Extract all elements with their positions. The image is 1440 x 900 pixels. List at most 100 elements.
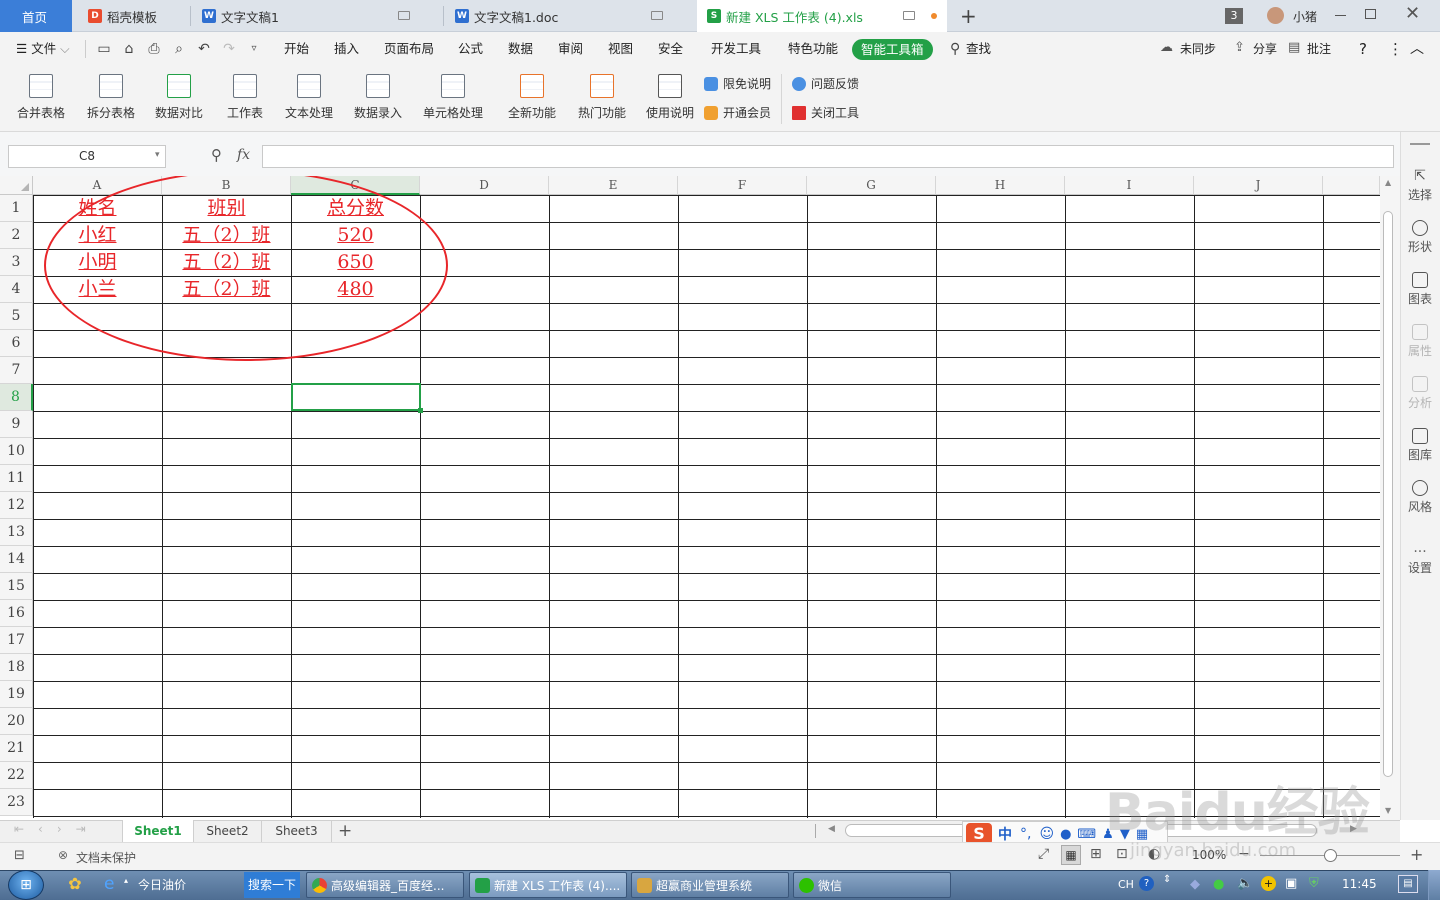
taskbar-task-wechat[interactable]: 微信	[793, 872, 951, 898]
input-lang[interactable]: CH	[1118, 878, 1134, 891]
taskbar-task-business[interactable]: 超赢商业管理系统	[631, 872, 789, 898]
more-icon[interactable]: ⋮	[1388, 32, 1403, 66]
chevron-up-icon[interactable]: ▴	[124, 876, 128, 885]
row-header-7[interactable]: 7	[0, 357, 33, 384]
column-header-d[interactable]: D	[420, 176, 549, 195]
sheet-tab[interactable]: Sheet3	[262, 820, 332, 842]
keyboard-icon[interactable]: ⌨	[1077, 827, 1096, 842]
format-painter-icon[interactable]: ⌂	[121, 41, 137, 57]
panel-chart[interactable]: 图表	[1400, 272, 1440, 307]
pin-icon[interactable]	[651, 11, 663, 20]
protect-status[interactable]: 文档未保护	[76, 849, 136, 866]
comment-button[interactable]: 批注	[1307, 32, 1331, 66]
save-icon[interactable]: ▭	[96, 41, 112, 57]
mic-icon[interactable]: ●	[1060, 827, 1071, 842]
name-box[interactable]: C8	[8, 145, 166, 168]
notification-icon[interactable]: ▤	[1398, 875, 1418, 893]
menu-features[interactable]: 特色功能	[788, 32, 838, 66]
row-header-20[interactable]: 20	[0, 708, 33, 735]
row-header-3[interactable]: 3	[0, 249, 33, 276]
tab-doc2[interactable]: W 文字文稿1.doc	[445, 0, 695, 32]
row-header-16[interactable]: 16	[0, 600, 33, 627]
select-all-corner[interactable]	[0, 176, 33, 195]
row-header-18[interactable]: 18	[0, 654, 33, 681]
worksheet-button[interactable]: 工作表	[218, 70, 272, 126]
scroll-up-icon[interactable]: ▲	[1385, 178, 1391, 187]
show-desktop-button[interactable]	[1428, 870, 1440, 900]
row-header-2[interactable]: 2	[0, 222, 33, 249]
emoji-icon[interactable]: ☺	[1039, 826, 1054, 842]
tab-docer[interactable]: D 稻壳模板	[78, 0, 188, 32]
add-sheet-button[interactable]: +	[338, 820, 352, 842]
tab-xls-active[interactable]: S 新建 XLS 工作表 (4).xls	[697, 0, 947, 32]
column-header-g[interactable]: G	[807, 176, 936, 195]
row-header-6[interactable]: 6	[0, 330, 33, 357]
row-header-13[interactable]: 13	[0, 519, 33, 546]
sheet-tab[interactable]: Sheet2	[194, 820, 262, 842]
normal-view-icon[interactable]: ▦	[1061, 845, 1081, 865]
print-icon[interactable]: ⎙	[146, 41, 162, 57]
selected-cell[interactable]	[291, 383, 421, 411]
column-header-overflow[interactable]	[1323, 176, 1380, 195]
zoom-slider-knob[interactable]	[1324, 849, 1337, 862]
reading-view-icon[interactable]: ⊡	[1116, 846, 1128, 862]
help-button[interactable]: ?	[1359, 32, 1367, 66]
row-header-1[interactable]: 1	[0, 195, 33, 222]
app-icon[interactable]: ✿	[64, 874, 86, 896]
panel-settings[interactable]: ··· 设置	[1400, 545, 1440, 576]
start-button[interactable]: ⊞	[8, 870, 44, 900]
open-membership-button[interactable]: 开通会员	[704, 103, 771, 123]
scroll-down-icon[interactable]: ▼	[1385, 806, 1391, 815]
file-menu[interactable]: ☰ 文件 ⌵	[16, 32, 70, 66]
menu-formula[interactable]: 公式	[458, 32, 483, 66]
panel-gallery[interactable]: 图库	[1400, 428, 1440, 463]
panel-handle-icon[interactable]	[1410, 143, 1430, 145]
spreadsheet-grid[interactable]: ABCDEFGHIJ 1 2 3 4 5 6 7 8 9 10 11 12 13 14 15 16 17 18 19…	[0, 176, 1380, 818]
column-header-j[interactable]: J	[1194, 176, 1323, 195]
menu-smart-toolbox[interactable]: 智能工具箱	[852, 39, 933, 60]
search-button[interactable]: 查找	[966, 32, 991, 66]
customize-icon[interactable]: ▿	[246, 41, 262, 57]
tab-home[interactable]: 首页	[0, 0, 72, 32]
window-count-badge[interactable]: 3	[1225, 8, 1243, 24]
tray-wechat-icon[interactable]: ●	[1213, 877, 1224, 892]
menu-review[interactable]: 审阅	[558, 32, 583, 66]
row-header-12[interactable]: 12	[0, 492, 33, 519]
redo-icon[interactable]: ↷	[221, 41, 237, 57]
panel-select[interactable]: ⇱ 选择	[1400, 168, 1440, 203]
data-entry-button[interactable]: 数据录入	[346, 70, 410, 126]
ie-icon[interactable]: e	[104, 874, 122, 894]
pin-icon[interactable]	[903, 11, 915, 20]
zoom-in-icon[interactable]: +	[1410, 845, 1423, 864]
row-header-17[interactable]: 17	[0, 627, 33, 654]
hot-features-button[interactable]: 热门功能	[570, 70, 634, 126]
undo-icon[interactable]: ↶	[196, 41, 212, 57]
user-name[interactable]: 小猪	[1293, 8, 1317, 25]
row-header-11[interactable]: 11	[0, 465, 33, 492]
tray-plus-icon[interactable]: +	[1261, 876, 1276, 891]
fill-handle[interactable]	[418, 408, 423, 413]
tray-cube-icon[interactable]: ◆	[1190, 877, 1200, 892]
column-header-e[interactable]: E	[549, 176, 678, 195]
panel-style[interactable]: 风格	[1400, 480, 1440, 515]
menu-developer[interactable]: 开发工具	[711, 32, 761, 66]
tab-doc1[interactable]: W 文字文稿1	[192, 0, 442, 32]
row-header-5[interactable]: 5	[0, 303, 33, 330]
row-header-22[interactable]: 22	[0, 762, 33, 789]
panel-properties[interactable]: 属性	[1400, 324, 1440, 359]
share-button[interactable]: 分享	[1253, 32, 1277, 66]
data-compare-button[interactable]: 数据对比	[148, 70, 210, 126]
panel-shape[interactable]: 形状	[1400, 220, 1440, 255]
close-icon[interactable]: ✕	[1405, 3, 1420, 24]
row-header-19[interactable]: 19	[0, 681, 33, 708]
pin-icon[interactable]	[398, 11, 410, 20]
tray-shield-icon[interactable]: ⛨	[1309, 876, 1319, 891]
collapse-ribbon-icon[interactable]: ︿	[1410, 32, 1424, 66]
split-table-button[interactable]: 拆分表格	[80, 70, 142, 126]
avatar[interactable]	[1267, 7, 1284, 24]
fullscreen-icon[interactable]: ⤢	[1038, 846, 1049, 862]
feedback-button[interactable]: 问题反馈	[792, 74, 859, 94]
taskbar-search-button[interactable]: 搜索一下	[244, 872, 300, 898]
taskbar-task-browser[interactable]: 高级编辑器_百度经...	[306, 872, 464, 898]
ime-lang[interactable]: 中	[998, 824, 1012, 844]
